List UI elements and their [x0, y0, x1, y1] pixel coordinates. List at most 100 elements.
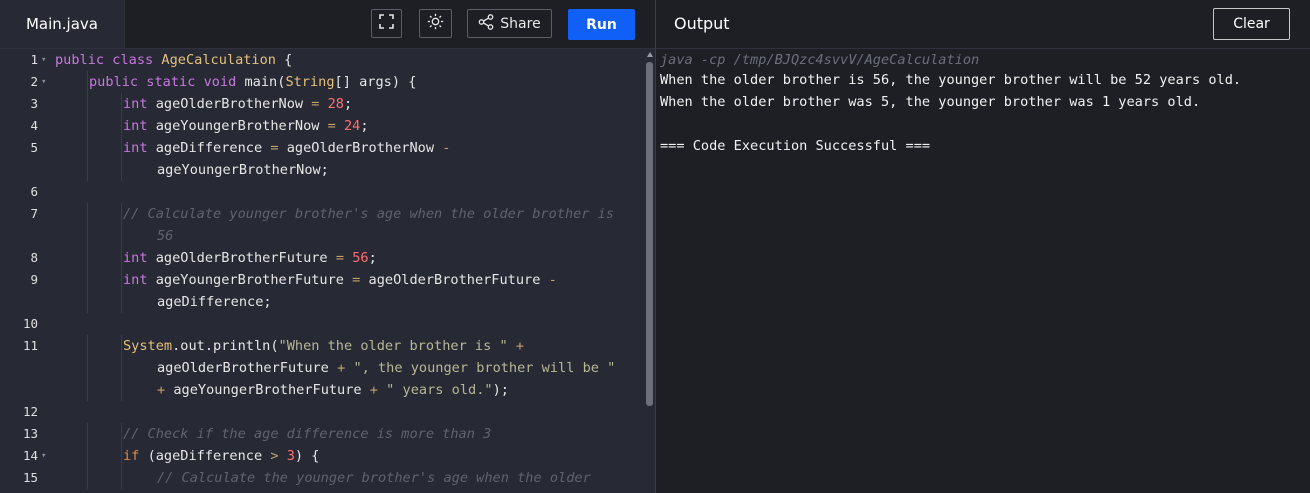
- output-pane: Output Clear java -cp /tmp/BJQzc4svvV/Ag…: [656, 0, 1310, 493]
- indent-guide: [87, 159, 88, 181]
- share-icon: [478, 13, 494, 34]
- editor-pane: Main.java Share Run 1 ▾ public class Age…: [0, 0, 655, 493]
- output-line: === Code Execution Successful ===: [660, 138, 931, 154]
- indent-guide: [87, 291, 88, 313]
- code-token: +: [507, 338, 525, 354]
- code-line[interactable]: 1 ▾ public class AgeCalculation {: [0, 49, 645, 71]
- code-text: int ageOlderBrotherFuture = 56;: [123, 247, 377, 269]
- editor-scrollbar[interactable]: [646, 62, 653, 406]
- code-line[interactable]: 2 ▾ public static void main(String[] args)…: [0, 71, 645, 93]
- indent-guide: [121, 203, 122, 225]
- line-number: 10: [22, 316, 38, 331]
- code-token: ageOlderBrotherFuture: [157, 360, 338, 376]
- code-line[interactable]: 12: [0, 401, 645, 423]
- code-token: 56: [352, 250, 369, 266]
- code-token: AgeCalculation: [161, 52, 276, 68]
- clear-button[interactable]: Clear: [1213, 8, 1290, 40]
- indent-guide: [87, 357, 88, 379]
- code-token: +: [337, 360, 354, 376]
- line-number: 9: [30, 272, 38, 287]
- code-line[interactable]: 13 // Check if the age difference is more…: [0, 423, 645, 445]
- code-text: System.out.println("When the older broth…: [123, 335, 524, 357]
- code-text: int ageYoungerBrotherFuture = ageOlderBr…: [123, 269, 557, 291]
- line-number: [0, 159, 38, 181]
- code-text: int ageDifference = ageOlderBrotherNow -: [123, 137, 450, 159]
- code-token: ageYoungerBrotherNow: [155, 118, 328, 134]
- line-number: [0, 357, 38, 379]
- run-button[interactable]: Run: [568, 9, 635, 40]
- code-token: ;: [368, 250, 377, 266]
- code-token: public class: [55, 52, 162, 68]
- code-line[interactable]: 3 int ageOlderBrotherNow = 28;: [0, 93, 645, 115]
- code-token: int: [123, 140, 156, 156]
- line-number: 15: [22, 470, 38, 485]
- code-text: int ageYoungerBrotherNow = 24;: [123, 115, 369, 137]
- code-line[interactable]: 15 // Calculate the younger brother's age…: [0, 467, 645, 489]
- code-token: ageDifference: [155, 140, 271, 156]
- fullscreen-button[interactable]: [371, 9, 402, 38]
- fold-arrow-icon[interactable]: ▾: [41, 71, 46, 93]
- code-editor[interactable]: 1 ▾ public class AgeCalculation {2 ▾ public …: [0, 49, 645, 493]
- code-token: int: [123, 272, 156, 288]
- indent-guide: [121, 115, 122, 137]
- indent-guide: [87, 445, 88, 467]
- line-number: [0, 291, 38, 313]
- fullscreen-icon: [379, 14, 394, 33]
- code-text: // Check if the age difference is more t…: [123, 423, 491, 445]
- code-line[interactable]: 56: [0, 225, 645, 247]
- code-token: println: [213, 338, 271, 354]
- indent-guide: [87, 203, 88, 225]
- line-number: 8: [30, 250, 38, 265]
- code-line[interactable]: 11 System.out.println("When the older bro…: [0, 335, 645, 357]
- fold-arrow-icon[interactable]: ▾: [41, 49, 46, 71]
- code-line[interactable]: 10: [0, 313, 645, 335]
- code-token: int: [123, 118, 156, 134]
- code-line[interactable]: 6: [0, 181, 645, 203]
- code-token: ) {: [294, 448, 320, 464]
- code-token: =: [311, 96, 328, 112]
- output-line: When the older brother is 56, the younge…: [660, 72, 1242, 88]
- code-line[interactable]: ageDifference;: [0, 291, 645, 313]
- code-line[interactable]: ageOlderBrotherFuture + ", the younger b…: [0, 357, 645, 379]
- output-header: Output Clear: [656, 0, 1310, 49]
- indent-guide: [87, 379, 88, 401]
- online-compiler-window: Main.java Share Run 1 ▾ public class Age…: [0, 0, 1310, 493]
- scroll-up-arrow[interactable]: [647, 52, 653, 57]
- line-number: 7: [30, 206, 38, 221]
- code-token: {: [275, 52, 293, 68]
- code-line[interactable]: ageYoungerBrotherNow;: [0, 159, 645, 181]
- code-line[interactable]: 5 int ageDifference = ageOlderBrotherNow …: [0, 137, 645, 159]
- code-line[interactable]: + ageYoungerBrotherFuture + " years old.…: [0, 379, 645, 401]
- code-line[interactable]: 8 int ageOlderBrotherFuture = 56;: [0, 247, 645, 269]
- sun-icon: [427, 13, 444, 34]
- share-button[interactable]: Share: [467, 9, 552, 38]
- code-line[interactable]: 4 int ageYoungerBrotherNow = 24;: [0, 115, 645, 137]
- code-token: ageOlderBrotherNow: [286, 140, 443, 156]
- indent-guide: [121, 467, 122, 489]
- code-token: ageYoungerBrotherFuture: [173, 382, 370, 398]
- indent-guide: [121, 445, 122, 467]
- code-token: 28: [327, 96, 344, 112]
- indent-guide: [87, 467, 88, 489]
- code-line[interactable]: 9 int ageYoungerBrotherFuture = ageOlderB…: [0, 269, 645, 291]
- code-token: 24: [344, 118, 361, 134]
- code-token: =: [270, 140, 287, 156]
- code-text: // Calculate the younger brother's age w…: [157, 467, 591, 489]
- code-token: ageOlderBrotherNow: [155, 96, 312, 112]
- code-token: // Calculate the younger brother's age w…: [157, 470, 591, 486]
- code-text: ageYoungerBrotherNow;: [157, 159, 329, 181]
- theme-toggle-button[interactable]: [419, 9, 452, 38]
- output-title: Output: [674, 14, 730, 33]
- code-token: // Check if the age difference is more t…: [123, 426, 492, 442]
- code-token: ", the younger brother will be ": [353, 360, 616, 376]
- indent-guide: [121, 225, 122, 247]
- file-tab-main-java[interactable]: Main.java: [0, 0, 125, 48]
- code-token: (: [270, 338, 279, 354]
- code-token: .out.: [172, 338, 214, 354]
- code-token: main: [244, 74, 278, 90]
- code-line[interactable]: 7 // Calculate younger brother's age when…: [0, 203, 645, 225]
- code-text: + ageYoungerBrotherFuture + " years old.…: [157, 379, 509, 401]
- code-token: +: [369, 382, 387, 398]
- code-line[interactable]: 14 ▾ if (ageDifference > 3) {: [0, 445, 645, 467]
- fold-arrow-icon[interactable]: ▾: [41, 445, 46, 467]
